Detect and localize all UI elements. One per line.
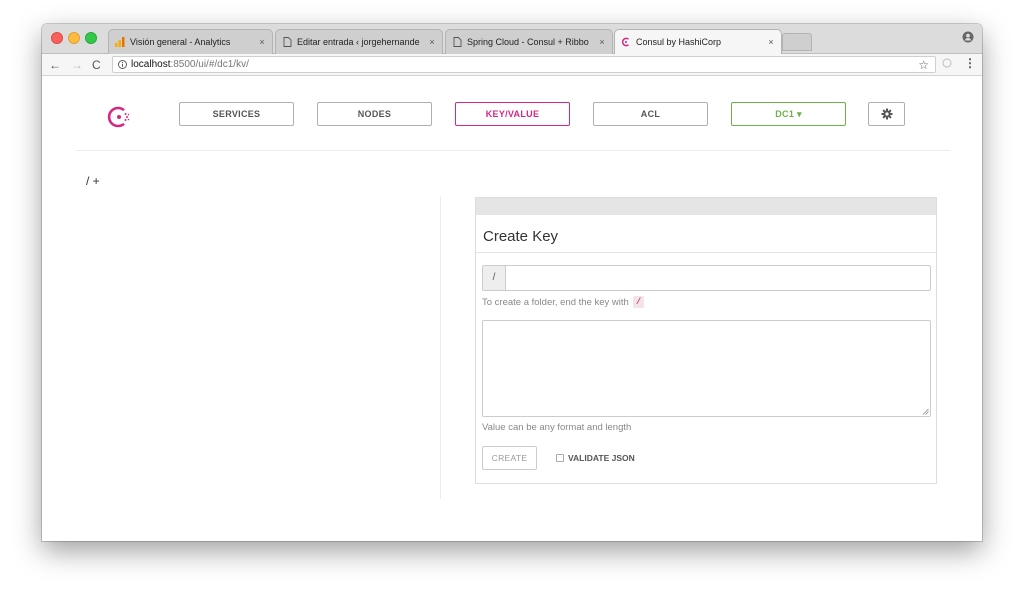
folder-help-text: To create a folder, end the key with / <box>482 296 645 308</box>
key-input[interactable] <box>506 266 930 290</box>
nav-acl-button[interactable]: ACL <box>593 102 708 126</box>
key-prefix: / <box>483 266 506 290</box>
folder-help-label: To create a folder, end the key with <box>482 296 629 308</box>
new-tab-button[interactable] <box>782 33 812 51</box>
folder-help-code: / <box>632 296 645 308</box>
analytics-icon <box>115 37 125 47</box>
value-help-text: Value can be any format and length <box>482 422 632 433</box>
minimize-window-button[interactable] <box>68 32 80 44</box>
tab-editar-entrada[interactable]: Editar entrada ‹ jorgehernande × <box>275 29 443 54</box>
profile-icon[interactable] <box>962 31 974 43</box>
page-icon <box>282 37 292 47</box>
breadcrumb[interactable]: / + <box>86 174 100 188</box>
close-tab-icon[interactable]: × <box>596 37 608 47</box>
nav-key-value-button[interactable]: KEY/VALUE <box>455 102 570 126</box>
consul-logo-icon[interactable] <box>107 105 131 129</box>
close-tab-icon[interactable]: × <box>765 37 777 47</box>
tab-title: Visión general - Analytics <box>130 37 231 47</box>
nav-nodes-button[interactable]: NODES <box>317 102 432 126</box>
resize-grip-icon[interactable] <box>922 408 929 415</box>
browser-toolbar: ← → C localhost :8500/ui/#/dc1/kv/ ☆ ⋮ <box>42 54 982 76</box>
close-window-button[interactable] <box>51 32 63 44</box>
key-input-group: / <box>482 265 931 291</box>
url-path: :8500/ui/#/dc1/kv/ <box>170 59 249 70</box>
info-icon[interactable] <box>118 60 127 69</box>
validate-json-label: VALIDATE JSON <box>568 453 635 463</box>
page-icon <box>452 37 462 47</box>
bookmark-star-icon[interactable]: ☆ <box>918 58 929 72</box>
address-bar[interactable]: localhost :8500/ui/#/dc1/kv/ ☆ <box>112 56 936 73</box>
nav-services-button[interactable]: SERVICES <box>179 102 294 126</box>
close-tab-icon[interactable]: × <box>426 37 438 47</box>
panel-header-bar <box>476 198 936 215</box>
close-tab-icon[interactable]: × <box>256 37 268 47</box>
consul-page: SERVICES NODES KEY/VALUE ACL DC1 ▾ / + C… <box>42 76 982 541</box>
forward-icon[interactable]: → <box>71 58 83 72</box>
datacenter-dropdown[interactable]: DC1 ▾ <box>731 102 846 126</box>
settings-button[interactable] <box>868 102 905 126</box>
url-host: localhost <box>131 59 171 70</box>
tab-title: Spring Cloud - Consul + Ribbo <box>467 37 589 47</box>
gear-icon <box>881 108 892 120</box>
header-divider <box>76 150 950 151</box>
tab-analytics[interactable]: Visión general - Analytics × <box>108 29 273 54</box>
menu-icon[interactable]: ⋮ <box>964 56 976 70</box>
tab-title: Editar entrada ‹ jorgehernande <box>297 37 420 47</box>
consul-icon <box>621 37 631 47</box>
tab-spring-cloud[interactable]: Spring Cloud - Consul + Ribbo × <box>445 29 613 54</box>
panel-title: Create Key <box>476 215 936 253</box>
reload-icon[interactable]: C <box>92 58 101 72</box>
tab-title: Consul by HashiCorp <box>636 37 722 47</box>
back-icon[interactable]: ← <box>49 58 61 72</box>
create-key-panel: Create Key / To create a folder, end the… <box>475 197 937 484</box>
create-button[interactable]: CREATE <box>482 446 537 470</box>
tab-consul[interactable]: Consul by HashiCorp × <box>614 29 782 54</box>
value-textarea[interactable] <box>482 320 931 417</box>
column-divider <box>440 196 441 499</box>
zoom-window-button[interactable] <box>85 32 97 44</box>
validate-json-checkbox[interactable]: VALIDATE JSON <box>556 453 635 463</box>
browser-window: Visión general - Analytics × Editar entr… <box>42 24 982 541</box>
checkbox-box[interactable] <box>556 454 564 462</box>
tab-strip: Visión general - Analytics × Editar entr… <box>42 24 982 54</box>
extension-icon[interactable] <box>942 58 952 71</box>
